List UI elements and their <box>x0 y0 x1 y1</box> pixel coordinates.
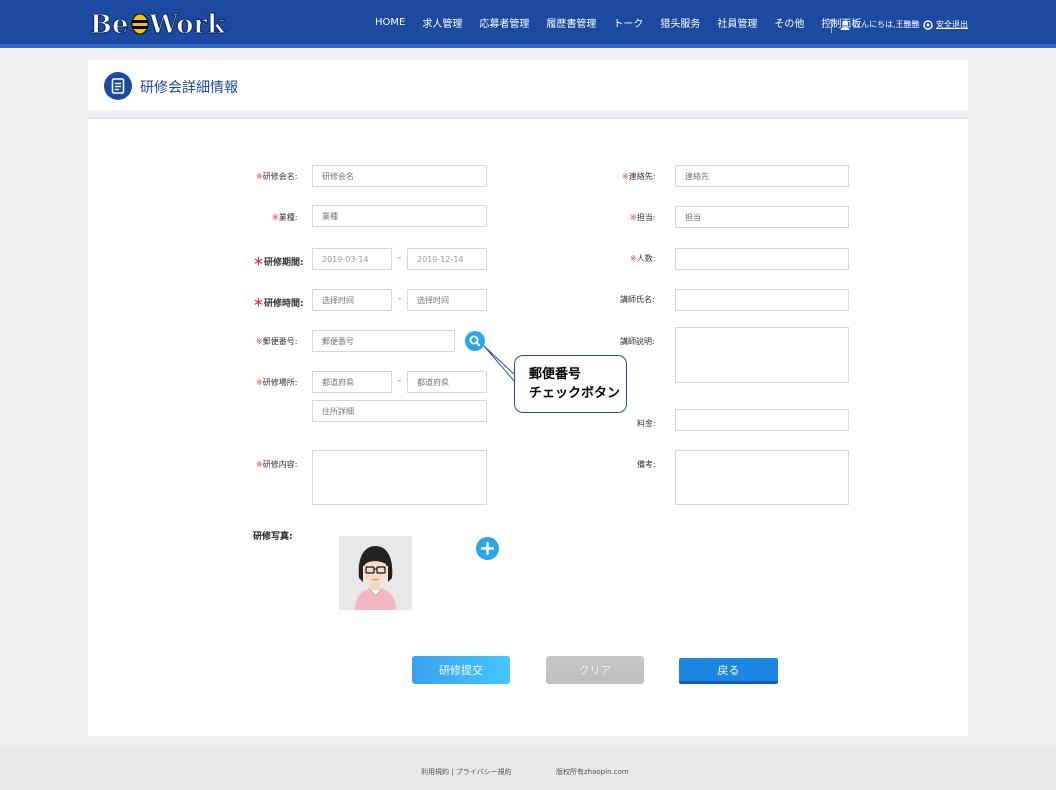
charge-label: ※担当: <box>630 213 656 222</box>
postal-search-button[interactable] <box>465 331 485 351</box>
postal-input[interactable] <box>312 330 455 352</box>
plus-icon <box>480 541 495 556</box>
user-icon <box>840 20 850 30</box>
place-pref2-input[interactable] <box>407 371 487 393</box>
content-label: ※研修内容: <box>256 460 298 469</box>
time-dash: - <box>398 294 402 304</box>
footer: 利用規約 | プライバシー規約 版权所有zhaopin.com <box>0 745 1056 790</box>
power-icon <box>923 19 933 30</box>
photo-label: 研修写真: <box>253 532 293 542</box>
page-title: 研修会詳細情報 <box>140 80 238 96</box>
industry-input[interactable] <box>312 205 487 227</box>
lecturer-desc-label: 講師説明: <box>620 337 655 346</box>
remarks-textarea[interactable] <box>675 450 849 505</box>
time-label: ＊研修時間: <box>253 296 304 309</box>
main-nav: HOME 求人管理 応募者管理 履歴書管理 トーク 猎头服务 社員管理 その他 … <box>375 0 878 44</box>
back-button[interactable]: 戻る <box>679 658 778 684</box>
contact-label: ※連絡先: <box>622 172 656 181</box>
time-start-input[interactable] <box>312 289 392 311</box>
footer-links[interactable]: 利用規約 | プライバシー規約 <box>421 767 512 777</box>
seminar-name-label: ※研修会名: <box>256 172 298 181</box>
callout-line-2: チェックボタン <box>529 386 621 401</box>
headcount-input[interactable] <box>675 248 849 270</box>
contact-input[interactable] <box>675 165 849 187</box>
postal-label: ※郵便番号: <box>256 337 298 346</box>
nav-applicant-management[interactable]: 応募者管理 <box>479 15 529 30</box>
logout-label: 安全退出 <box>936 20 968 29</box>
charge-input[interactable] <box>675 206 849 228</box>
place-pref-input[interactable] <box>312 371 392 393</box>
nav-resume-management[interactable]: 履歴書管理 <box>546 15 596 30</box>
period-dash: - <box>398 253 402 263</box>
seminar-photo <box>339 536 412 610</box>
nav-job-management[interactable]: 求人管理 <box>422 15 462 30</box>
nav-divider <box>831 19 832 33</box>
add-photo-button[interactable] <box>476 537 499 560</box>
submit-button[interactable]: 研修提交 <box>412 656 510 684</box>
nav-employee-management[interactable]: 社員管理 <box>717 15 757 30</box>
industry-label: ※業種: <box>272 213 298 222</box>
postal-check-callout: 郵便番号 チェックボタン <box>514 355 627 413</box>
nav-headhunting[interactable]: 猎头服务 <box>660 15 700 30</box>
period-start-input[interactable] <box>312 248 392 270</box>
lecturer-name-label: 講師氏名: <box>620 295 655 304</box>
document-icon <box>104 72 132 100</box>
nav-home[interactable]: HOME <box>375 17 405 28</box>
person-avatar-image <box>339 536 412 610</box>
period-end-input[interactable] <box>407 248 487 270</box>
callout-line-1: 郵便番号 <box>529 367 582 382</box>
fee-input[interactable] <box>675 409 849 431</box>
lecturer-desc-textarea[interactable] <box>675 327 849 383</box>
search-icon <box>469 335 481 347</box>
place-label: ※研修場所: <box>256 378 298 387</box>
headcount-label: ※人数: <box>630 254 656 263</box>
user-greeting: こんにちは,王艷艷 <box>840 19 920 30</box>
footer-copyright: 版权所有zhaopin.com <box>556 768 629 776</box>
header-underline <box>0 44 1056 48</box>
nav-other[interactable]: その他 <box>774 15 804 30</box>
lecturer-name-input[interactable] <box>675 289 849 311</box>
remarks-label: 備考: <box>637 460 656 469</box>
nav-talk[interactable]: トーク <box>613 15 643 30</box>
user-greeting-text: こんにちは,王艷艷 <box>853 20 920 29</box>
period-label: ＊研修期間: <box>253 255 304 268</box>
page-title-bar: 研修会詳細情報 <box>88 60 968 110</box>
place-dash: - <box>398 376 402 386</box>
beework-logo[interactable]: Be Work <box>90 7 230 39</box>
fee-label: 料金: <box>637 419 656 428</box>
logout-link[interactable]: 安全退出 <box>923 19 968 30</box>
svg-text:Work: Work <box>148 10 226 39</box>
clear-button[interactable]: クリア <box>546 656 644 684</box>
place-address-input[interactable] <box>312 400 487 422</box>
content-textarea[interactable] <box>312 450 487 505</box>
time-end-input[interactable] <box>407 289 487 311</box>
svg-text:Be: Be <box>90 10 129 39</box>
seminar-name-input[interactable] <box>312 165 487 187</box>
top-header: Be Work HOME 求人管理 応募者管理 履歴書管理 トーク 猎头服务 社… <box>0 0 1056 44</box>
